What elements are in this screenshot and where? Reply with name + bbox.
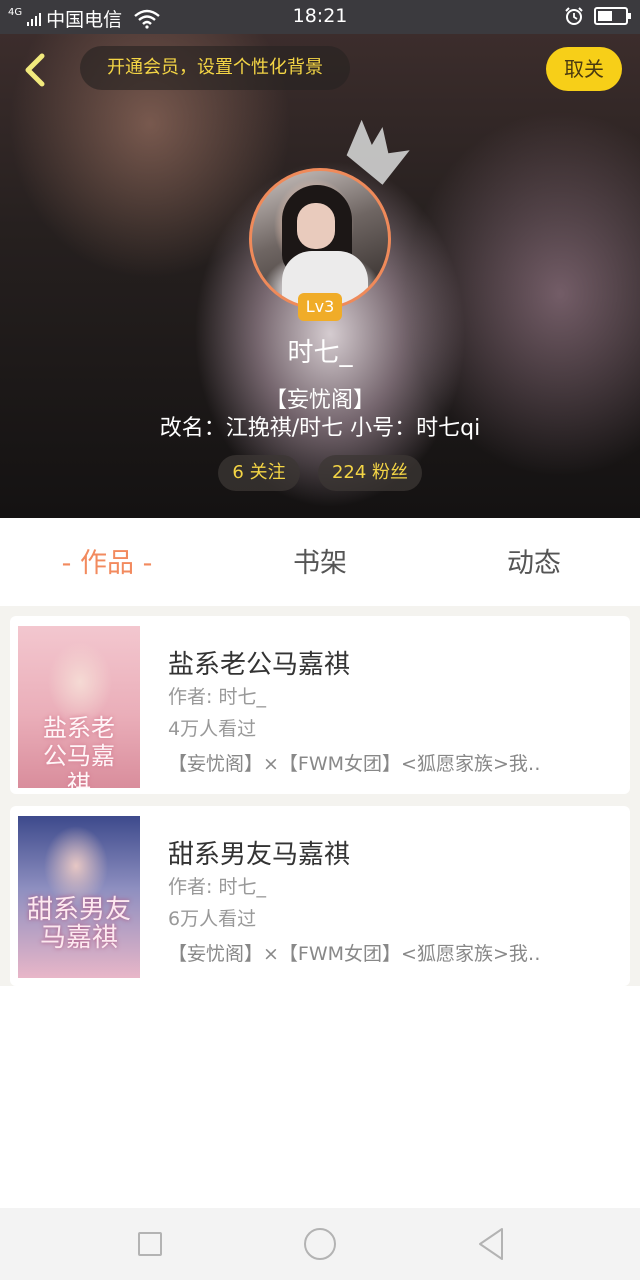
avatar-face <box>297 203 335 249</box>
book-title[interactable]: 盐系老公马嘉祺 <box>168 644 350 681</box>
list-item[interactable]: 甜系男友马嘉祺 甜系男友马嘉祺 作者: 时七_ 6万人看过 【妄忧阁】×【FWM… <box>10 806 630 986</box>
battery-icon <box>594 7 631 25</box>
profile-tabs: - 作品 - 书架 动态 <box>0 518 640 606</box>
status-right <box>564 6 632 26</box>
circle-icon[interactable] <box>304 1228 336 1260</box>
book-views: 4万人看过 <box>168 718 257 740</box>
vip-background-banner[interactable]: 开通会员，设置个性化背景 <box>80 46 350 90</box>
profile-header: 开通会员，设置个性化背景 取关 Lv3 时七_ 【妄忧阁】 改名：江挽祺/时七 … <box>0 34 640 518</box>
level-badge: Lv3 <box>298 293 342 321</box>
tab-works[interactable]: - 作品 - <box>40 518 174 606</box>
square-icon[interactable] <box>138 1232 162 1256</box>
list-item[interactable]: 盐系老公马嘉祺 盐系老公马嘉祺 作者: 时七_ 4万人看过 【妄忧阁】×【FWM… <box>10 616 630 794</box>
profile-page: 4G 中国电信 18:21 开通会员，设置个性化背景 取关 Lv3 时七_ 【妄… <box>0 0 640 1280</box>
clock: 18:21 <box>292 5 348 27</box>
book-cover[interactable]: 甜系男友马嘉祺 <box>18 816 140 978</box>
book-author: 作者: 时七_ <box>168 686 266 708</box>
book-cover[interactable]: 盐系老公马嘉祺 <box>18 626 140 788</box>
username: 时七_ <box>287 338 353 368</box>
following-count[interactable]: 6 关注 <box>218 455 300 491</box>
triangle-back-icon[interactable] <box>476 1226 506 1262</box>
unfollow-button[interactable]: 取关 <box>546 47 622 91</box>
fans-count[interactable]: 224 粉丝 <box>318 455 422 491</box>
book-description: 【妄忧阁】×【FWM女团】<狐愿家族>我… <box>168 753 540 775</box>
book-title[interactable]: 甜系男友马嘉祺 <box>168 834 350 871</box>
tab-bookshelf[interactable]: 书架 <box>250 518 390 606</box>
back-arrow-icon[interactable] <box>14 48 58 92</box>
bio-line-2: 改名：江挽祺/时七 小号：时七qi <box>159 416 481 441</box>
system-nav-bar <box>0 1208 640 1280</box>
book-author: 作者: 时七_ <box>168 876 266 898</box>
cover-title: 甜系男友马嘉祺 <box>26 895 131 953</box>
cover-title: 盐系老公马嘉祺 <box>43 714 115 788</box>
book-description: 【妄忧阁】×【FWM女团】<狐愿家族>我… <box>168 943 540 965</box>
status-bar: 4G 中国电信 18:21 <box>0 0 640 34</box>
tab-moments[interactable]: 动态 <box>464 518 604 606</box>
avatar[interactable] <box>249 168 391 310</box>
book-views: 6万人看过 <box>168 908 257 930</box>
alarm-icon <box>565 7 583 25</box>
